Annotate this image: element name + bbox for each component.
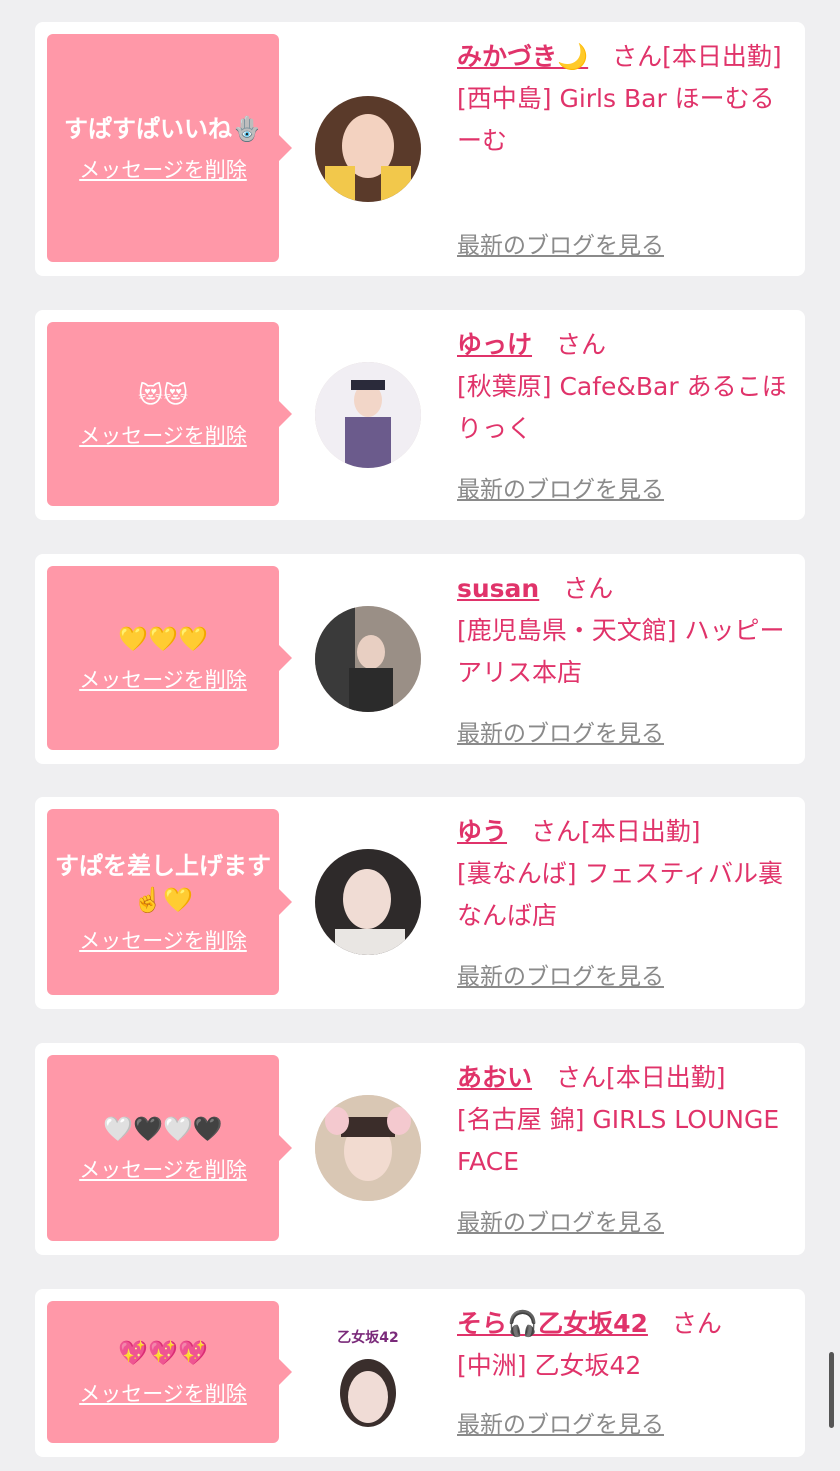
latest-blog-link[interactable]: 最新のブログを見る: [457, 226, 664, 260]
cast-info: susan さん [鹿児島県・天文館] ハッピーアリス本店: [457, 568, 793, 694]
message-bubble: 💖💖💖 メッセージを削除: [47, 1301, 292, 1443]
message-bubble: すぱを差し上げます☝️💛 メッセージを削除: [47, 809, 292, 995]
latest-blog-link[interactable]: 最新のブログを見る: [457, 957, 664, 991]
honorific: さん: [671, 1309, 722, 1338]
cast-name-link[interactable]: そら🎧乙女坂42: [457, 1309, 648, 1338]
latest-blog-link[interactable]: 最新のブログを見る: [457, 1405, 664, 1439]
message-bubble: 🤍🖤🤍🖤 メッセージを削除: [47, 1055, 292, 1241]
status-badge: [本日出勤]: [581, 817, 701, 846]
honorific: さん: [556, 330, 607, 359]
message-card: 💛💛💛 メッセージを削除 susan さん [鹿児島県・天文館] ハッピーアリス本…: [35, 554, 805, 764]
cast-name-link[interactable]: みかづき🌙: [457, 42, 588, 71]
cast-name-link[interactable]: ゆう: [457, 817, 507, 846]
status-badge: [本日出勤]: [662, 42, 782, 71]
message-text: 🤍🖤🤍🖤: [103, 1115, 223, 1143]
message-card: 💖💖💖 メッセージを削除 乙女坂42 そら🎧乙女坂42 さん [中洲] 乙女坂42…: [35, 1289, 805, 1457]
cast-info: ゆっけ さん [秋葉原] Cafe&Bar あるこほりっく: [457, 324, 793, 450]
shop-name: [裏なんば] フェスティバル裏なんば店: [457, 859, 783, 930]
honorific: さん: [556, 1063, 607, 1092]
shop-name: [秋葉原] Cafe&Bar あるこほりっく: [457, 372, 787, 443]
latest-blog-link[interactable]: 最新のブログを見る: [457, 714, 664, 748]
message-text: すぱを差し上げます☝️💛: [55, 852, 271, 914]
avatar[interactable]: [315, 362, 421, 468]
cast-name-link[interactable]: あおい: [457, 1063, 532, 1092]
status-badge: [本日出勤]: [606, 1063, 726, 1092]
message-card: 🤍🖤🤍🖤 メッセージを削除 あおい さん[本日出勤] [名古屋 錦] GIRLS …: [35, 1043, 805, 1255]
scrollbar[interactable]: [829, 1352, 834, 1428]
delete-message-link[interactable]: メッセージを削除: [79, 1154, 247, 1184]
avatar-caption: 乙女坂42: [337, 1330, 399, 1346]
delete-message-link[interactable]: メッセージを削除: [79, 1378, 247, 1408]
avatar[interactable]: [315, 849, 421, 955]
honorific: さん: [531, 817, 582, 846]
message-card: 😻😻 メッセージを削除 ゆっけ さん [秋葉原] Cafe&Bar あるこほりっく…: [35, 310, 805, 520]
honorific: さん: [563, 574, 614, 603]
cast-info: みかづき🌙 さん[本日出勤] [西中島] Girls Bar ほーむるーむ: [457, 36, 793, 162]
cast-info: あおい さん[本日出勤] [名古屋 錦] GIRLS LOUNGE FACE: [457, 1057, 793, 1183]
delete-message-link[interactable]: メッセージを削除: [79, 664, 247, 694]
latest-blog-link[interactable]: 最新のブログを見る: [457, 1203, 664, 1237]
message-card: すぱすぱいいね🪬 メッセージを削除 みかづき🌙 さん[本日出勤] [西中島] Gi…: [35, 22, 805, 276]
latest-blog-link[interactable]: 最新のブログを見る: [457, 470, 664, 504]
message-card: すぱを差し上げます☝️💛 メッセージを削除 ゆう さん[本日出勤] [裏なんば] …: [35, 797, 805, 1009]
avatar[interactable]: [315, 96, 421, 202]
avatar[interactable]: [315, 1095, 421, 1201]
message-bubble: 😻😻 メッセージを削除: [47, 322, 292, 506]
cast-info: ゆう さん[本日出勤] [裏なんば] フェスティバル裏なんば店: [457, 811, 793, 937]
message-text: 💛💛💛: [118, 625, 208, 653]
message-bubble: 💛💛💛 メッセージを削除: [47, 566, 292, 750]
message-bubble: すぱすぱいいね🪬 メッセージを削除: [47, 34, 292, 262]
shop-name: [鹿児島県・天文館] ハッピーアリス本店: [457, 616, 785, 687]
cast-name-link[interactable]: susan: [457, 574, 539, 603]
message-text: 😻😻: [137, 381, 189, 409]
message-text: すぱすぱいいね🪬: [64, 115, 262, 143]
cast-name-link[interactable]: ゆっけ: [457, 330, 532, 359]
shop-name: [西中島] Girls Bar ほーむるーむ: [457, 84, 775, 155]
shop-name: [中洲] 乙女坂42: [457, 1351, 642, 1380]
cast-info: そら🎧乙女坂42 さん [中洲] 乙女坂42: [457, 1303, 793, 1387]
delete-message-link[interactable]: メッセージを削除: [79, 420, 247, 450]
delete-message-link[interactable]: メッセージを削除: [79, 925, 247, 955]
message-text: 💖💖💖: [118, 1339, 208, 1367]
shop-name: [名古屋 錦] GIRLS LOUNGE FACE: [457, 1105, 780, 1176]
honorific: さん: [612, 42, 663, 71]
avatar[interactable]: [315, 606, 421, 712]
delete-message-link[interactable]: メッセージを削除: [79, 154, 247, 184]
